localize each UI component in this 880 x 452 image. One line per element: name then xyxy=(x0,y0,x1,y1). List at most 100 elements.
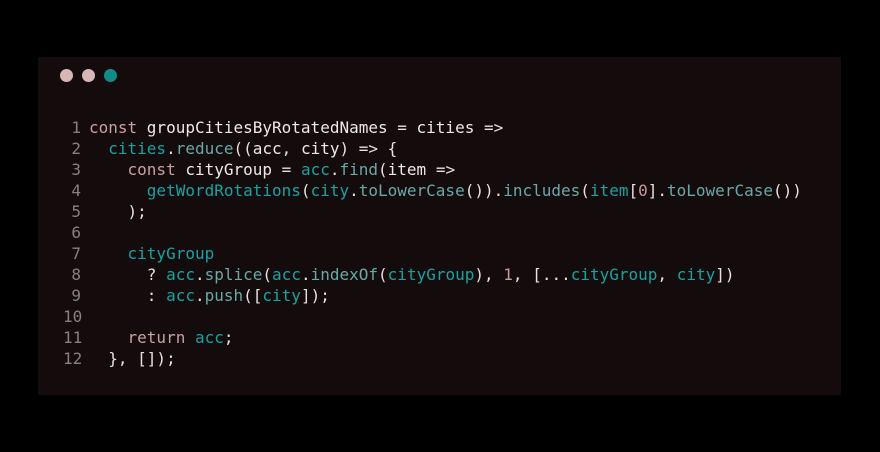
code-line: 4 getWordRotations(city.toLowerCase()).i… xyxy=(63,180,802,201)
code-token: ]. xyxy=(647,181,668,200)
code-token: = xyxy=(387,118,417,137)
code-token: acc xyxy=(272,265,301,284)
code-token: find xyxy=(339,160,379,179)
line-number: 6 xyxy=(71,223,81,242)
line-number: 9 xyxy=(71,286,81,305)
code-token: : xyxy=(89,286,167,305)
code-token: . xyxy=(349,181,359,200)
code-token: ), xyxy=(474,265,504,284)
code-token: , xyxy=(281,139,301,158)
code-token: cityGroup xyxy=(185,160,273,179)
code-token: return xyxy=(127,328,195,347)
code-line: 2 cities.reduce((acc, city) => { xyxy=(63,138,802,159)
code-line: 5 ); xyxy=(63,201,802,222)
code-token: city xyxy=(310,181,350,200)
code-line: 8 ? acc.splice(acc.indexOf(cityGroup), 1… xyxy=(63,264,802,285)
code-token: ]) xyxy=(715,265,735,284)
minimize-button[interactable] xyxy=(82,69,95,82)
code-line: 12 }, []); xyxy=(63,348,802,369)
code-text: return acc; xyxy=(89,327,234,348)
code-token: ); xyxy=(89,202,147,221)
code-token: . xyxy=(300,265,311,284)
code-text: const groupCitiesByRotatedNames = cities… xyxy=(89,117,503,138)
line-number: 1 xyxy=(71,118,81,137)
code-token: 1 xyxy=(503,265,513,284)
maximize-button[interactable] xyxy=(104,69,117,82)
code-token: => xyxy=(474,118,504,137)
code-token: city xyxy=(262,286,301,305)
code-line: 11 return acc; xyxy=(63,327,802,348)
code-token: item xyxy=(589,181,629,200)
window-controls xyxy=(60,69,117,82)
code-token: ]); xyxy=(300,286,330,305)
code-text: getWordRotations(city.toLowerCase()).inc… xyxy=(89,180,802,201)
code-token: , [... xyxy=(512,265,571,284)
line-number: 10 xyxy=(63,307,83,326)
code-token: ( xyxy=(262,265,273,284)
code-token: = xyxy=(272,160,301,179)
code-line: 6 xyxy=(63,222,802,243)
code-text: cityGroup xyxy=(89,243,215,264)
code-token: ; xyxy=(223,328,234,347)
code-token: . xyxy=(194,265,205,284)
code-token: [ xyxy=(628,181,639,200)
line-number: 11 xyxy=(63,328,83,347)
code-line: 1 const groupCitiesByRotatedNames = citie… xyxy=(63,117,802,138)
code-token: acc xyxy=(166,286,195,305)
code-token: groupCitiesByRotatedNames xyxy=(146,118,388,137)
code-token: ( xyxy=(378,160,388,179)
code-token: ( xyxy=(300,181,311,200)
code-token: getWordRotations xyxy=(146,181,301,200)
code-token: , xyxy=(657,265,677,284)
code-token: const xyxy=(89,118,147,137)
line-number: 5 xyxy=(71,202,81,221)
code-line: 7 cityGroup xyxy=(63,243,802,264)
code-line: 3 const cityGroup = acc.find(item => xyxy=(63,159,802,180)
line-number: 12 xyxy=(63,349,83,368)
line-number: 8 xyxy=(71,265,81,284)
line-number: 2 xyxy=(71,139,81,158)
code-token: cities xyxy=(416,118,475,137)
code-token: cityGroup xyxy=(570,265,658,284)
code-block: 1 const groupCitiesByRotatedNames = citie… xyxy=(63,117,802,369)
code-token: item xyxy=(387,160,427,179)
code-token: . xyxy=(166,139,176,158)
code-token: ( xyxy=(580,181,590,200)
code-token: city xyxy=(300,139,340,158)
code-token: }, []); xyxy=(89,349,176,368)
code-token: acc xyxy=(194,328,224,347)
code-token: ? xyxy=(89,265,167,284)
code-token: splice xyxy=(204,265,263,284)
code-token: 0 xyxy=(638,181,648,200)
code-text: ); xyxy=(89,201,147,222)
code-token: city xyxy=(676,265,716,284)
code-token: indexOf xyxy=(310,265,379,284)
code-token: ) => { xyxy=(339,139,398,158)
code-token: reduce xyxy=(175,139,234,158)
code-text: ? acc.splice(acc.indexOf(cityGroup), 1, … xyxy=(89,264,735,285)
code-token: cityGroup xyxy=(127,244,215,263)
code-token: . xyxy=(194,286,205,305)
code-token: acc xyxy=(166,265,195,284)
code-token: acc xyxy=(300,160,330,179)
line-number: 7 xyxy=(71,244,81,263)
code-text: : acc.push([city]); xyxy=(89,285,330,306)
code-token: cities xyxy=(108,139,167,158)
line-number: 4 xyxy=(71,181,81,200)
code-token: push xyxy=(204,286,244,305)
code-token: toLowerCase xyxy=(667,181,773,200)
code-text: const cityGroup = acc.find(item => xyxy=(89,159,456,180)
code-token: toLowerCase xyxy=(358,181,465,200)
code-token: cityGroup xyxy=(387,265,475,284)
code-text: cities.reduce((acc, city) => { xyxy=(89,138,397,159)
code-token: const xyxy=(127,160,186,179)
code-line: 9 : acc.push([city]); xyxy=(63,285,802,306)
code-token: includes xyxy=(503,181,581,200)
code-token: (( xyxy=(233,139,253,158)
close-button[interactable] xyxy=(60,69,73,82)
